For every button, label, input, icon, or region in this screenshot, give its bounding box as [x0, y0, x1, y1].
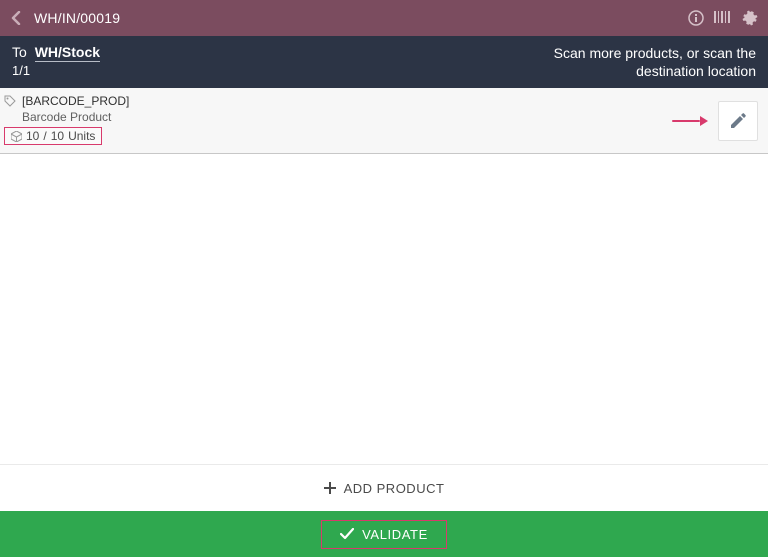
barcode-icon[interactable]: [714, 10, 732, 26]
progress-arrow-icon: [672, 118, 708, 124]
info-icon[interactable]: [688, 10, 704, 26]
back-icon[interactable]: [10, 11, 22, 25]
top-bar: WH/IN/00019: [0, 0, 768, 36]
product-code: [BARCODE_PROD]: [22, 94, 129, 108]
lines-list[interactable]: [BARCODE_PROD] Barcode Product 10 / 10 U…: [0, 88, 768, 464]
qty-separator: /: [43, 129, 46, 143]
page-title: WH/IN/00019: [34, 10, 688, 26]
validate-button[interactable]: VALIDATE: [321, 520, 447, 549]
quantity-box: 10 / 10 Units: [4, 127, 102, 145]
destination-location[interactable]: WH/Stock: [35, 44, 100, 62]
validate-bar[interactable]: VALIDATE: [0, 511, 768, 557]
qty-uom: Units: [68, 129, 95, 143]
add-product-button[interactable]: ADD PRODUCT: [0, 464, 768, 511]
cube-icon: [11, 131, 22, 142]
sub-header: To WH/Stock 1/1 Scan more products, or s…: [0, 36, 768, 88]
validate-label: VALIDATE: [362, 527, 428, 542]
plus-icon: [324, 482, 336, 494]
check-icon: [340, 528, 354, 540]
scan-hint: Scan more products, or scan the destinat…: [496, 44, 756, 80]
tag-icon: [4, 95, 16, 107]
product-line[interactable]: [BARCODE_PROD] Barcode Product 10 / 10 U…: [0, 88, 768, 154]
qty-total: 10: [51, 129, 64, 143]
gear-icon[interactable]: [742, 10, 758, 26]
to-label: To: [12, 44, 27, 60]
qty-done: 10: [26, 129, 39, 143]
add-product-label: ADD PRODUCT: [344, 481, 445, 496]
product-name: Barcode Product: [4, 110, 672, 124]
header-actions: [688, 10, 758, 26]
page-count: 1/1: [12, 63, 100, 78]
edit-line-button[interactable]: [718, 101, 758, 141]
